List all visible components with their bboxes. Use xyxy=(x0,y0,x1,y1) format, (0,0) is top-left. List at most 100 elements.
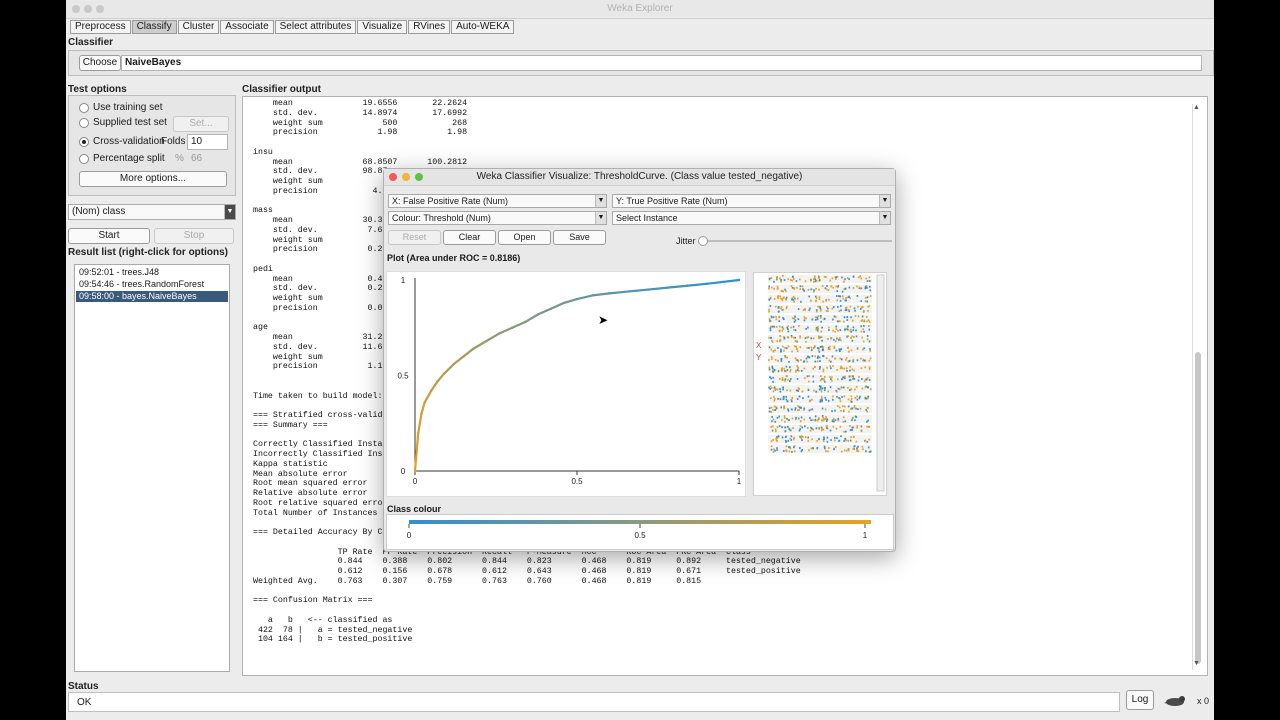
roc-curve-segment xyxy=(721,278,741,284)
result-item-naivebayes[interactable]: 09:58:00 - bayes.NaiveBayes xyxy=(76,291,228,302)
more-options-button[interactable]: More options... xyxy=(79,171,227,187)
roc-curve-segment xyxy=(452,355,465,366)
set-button[interactable]: Set... xyxy=(173,116,229,132)
scroll-down-icon[interactable]: ▼ xyxy=(1193,660,1200,667)
dialog-minimize-icon[interactable] xyxy=(402,173,410,181)
roc-curve-segment xyxy=(592,292,611,297)
attribute-strip[interactable] xyxy=(768,365,872,373)
attribute-strip[interactable] xyxy=(768,395,872,403)
tab-visualize[interactable]: Visualize xyxy=(357,20,408,34)
attribute-strip[interactable] xyxy=(768,275,872,283)
roc-point[interactable] xyxy=(536,313,540,316)
result-item-j48[interactable]: 09:52:01 - trees.J48 xyxy=(76,267,228,278)
roc-point[interactable] xyxy=(413,469,417,473)
attribute-strip[interactable] xyxy=(768,355,872,363)
colour-tick-label: 0.5 xyxy=(634,531,646,540)
roc-point[interactable] xyxy=(523,320,527,324)
percentage-split-radio[interactable] xyxy=(79,154,89,164)
supplied-test-radio[interactable] xyxy=(79,118,89,128)
attribute-strip[interactable] xyxy=(768,415,872,423)
class-select[interactable]: (Nom) class ▼ xyxy=(68,204,236,220)
tab-preprocess[interactable]: Preprocess xyxy=(70,20,131,34)
roc-point[interactable] xyxy=(472,347,475,350)
cross-validation-radio[interactable] xyxy=(79,137,89,147)
roc-point[interactable] xyxy=(498,332,501,335)
classifier-name-field[interactable]: NaiveBayes xyxy=(121,55,1202,71)
attribute-strip[interactable] xyxy=(768,385,872,393)
dialog-close-icon[interactable] xyxy=(389,173,397,181)
roc-point[interactable] xyxy=(436,380,439,383)
select-instance-select[interactable]: Select Instance ▼ xyxy=(612,211,891,225)
save-button[interactable]: Save xyxy=(553,230,606,245)
roc-point[interactable] xyxy=(737,278,741,282)
clear-button[interactable]: Clear xyxy=(443,230,496,245)
start-button[interactable]: Start xyxy=(68,228,150,244)
tab-cluster[interactable]: Cluster xyxy=(177,20,220,34)
open-button[interactable]: Open xyxy=(498,230,551,245)
roc-point[interactable] xyxy=(592,294,595,297)
roc-point[interactable] xyxy=(562,301,566,305)
output-scrollbar[interactable]: ▲ ▼ xyxy=(1192,104,1203,670)
roc-point[interactable] xyxy=(666,286,669,289)
attribute-strip[interactable] xyxy=(768,345,872,353)
roc-point[interactable] xyxy=(511,326,514,329)
roc-point[interactable] xyxy=(420,412,423,415)
roc-curve-segment xyxy=(417,412,423,434)
roc-point[interactable] xyxy=(415,450,418,454)
roc-point[interactable] xyxy=(442,372,446,375)
attribute-strip[interactable] xyxy=(768,425,872,433)
scroll-up-icon[interactable]: ▲ xyxy=(1193,104,1200,111)
roc-point[interactable] xyxy=(462,355,465,358)
chevron-down-icon: ▼ xyxy=(595,195,606,207)
roc-plot-area[interactable]: 0 0.5 1 0 0.5 1 xyxy=(386,271,746,497)
roc-point[interactable] xyxy=(575,297,579,301)
attribute-strip[interactable] xyxy=(768,375,872,383)
log-button[interactable]: Log xyxy=(1126,690,1154,710)
attribute-strip[interactable] xyxy=(768,305,872,313)
attribute-strip[interactable] xyxy=(768,325,872,333)
reset-button[interactable]: Reset xyxy=(388,230,441,245)
roc-point[interactable] xyxy=(721,280,724,284)
scroll-thumb[interactable] xyxy=(1195,352,1201,664)
stop-button[interactable]: Stop xyxy=(154,228,234,244)
y-axis-select[interactable]: Y: True Positive Rate (Num) ▼ xyxy=(612,194,891,208)
roc-curve-segment xyxy=(562,298,579,305)
tab-classify[interactable]: Classify xyxy=(131,20,177,34)
use-training-radio[interactable] xyxy=(79,103,89,113)
tab-auto-weka[interactable]: Auto-WEKA xyxy=(451,20,515,34)
dialog-zoom-icon[interactable] xyxy=(415,173,423,181)
roc-point[interactable] xyxy=(485,339,488,343)
attribute-strip[interactable] xyxy=(768,445,872,453)
strip-y-label: Y xyxy=(756,353,762,362)
folds-input[interactable]: 10 xyxy=(187,134,228,150)
colour-select[interactable]: Colour: Threshold (Num) ▼ xyxy=(388,211,607,225)
roc-point[interactable] xyxy=(549,307,553,310)
attribute-strip[interactable] xyxy=(768,405,872,413)
percent-input[interactable]: 66 xyxy=(191,153,202,164)
tab-select-attributes[interactable]: Select attributes xyxy=(274,20,357,34)
attribute-strip[interactable] xyxy=(768,285,872,293)
roc-point[interactable] xyxy=(430,389,433,392)
roc-point[interactable] xyxy=(452,362,456,366)
attribute-strip[interactable] xyxy=(768,435,872,443)
result-item-randomforest[interactable]: 09:54:46 - trees.RandomForest xyxy=(76,279,228,290)
roc-point[interactable] xyxy=(423,401,426,404)
choose-button[interactable]: Choose xyxy=(79,55,121,71)
strip-scrollbar[interactable] xyxy=(876,274,885,492)
attribute-strip-panel: X Y xyxy=(753,272,887,496)
roc-point[interactable] xyxy=(417,431,420,434)
roc-point[interactable] xyxy=(608,292,611,295)
roc-point[interactable] xyxy=(627,290,631,293)
tab-rvines[interactable]: RVines xyxy=(408,20,451,34)
jitter-slider-track[interactable] xyxy=(698,240,892,242)
attribute-strip[interactable] xyxy=(768,315,872,323)
tab-associate[interactable]: Associate xyxy=(220,20,274,34)
attribute-strip[interactable] xyxy=(768,295,872,303)
x-axis-select[interactable]: X: False Positive Rate (Num) ▼ xyxy=(388,194,607,208)
roc-point[interactable] xyxy=(705,282,708,286)
roc-point[interactable] xyxy=(685,284,689,287)
attribute-strip[interactable] xyxy=(768,335,872,343)
roc-point[interactable] xyxy=(647,288,650,291)
roc-curve-segment xyxy=(415,431,420,453)
jitter-slider-handle[interactable] xyxy=(698,236,708,246)
